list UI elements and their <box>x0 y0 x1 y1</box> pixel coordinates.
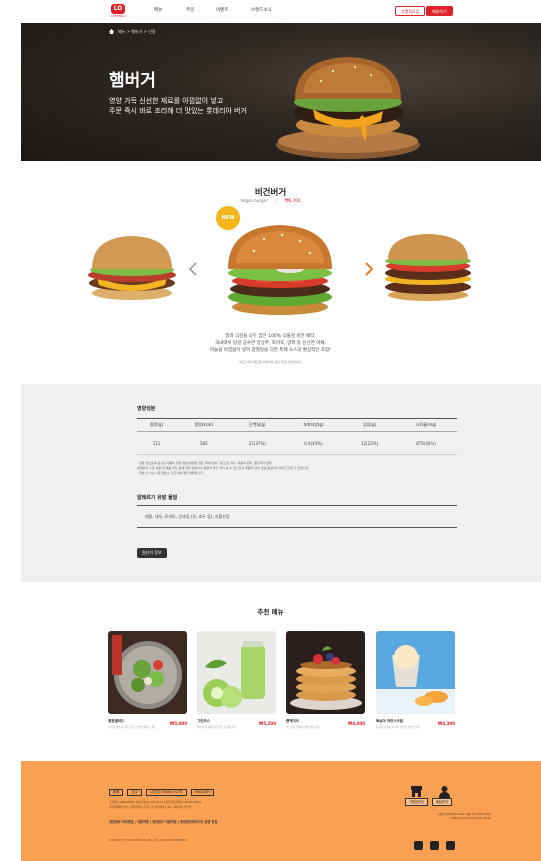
nutrition-note-3: - 괄호 안 %는 1일 영양소 기준치에 대한 비율입니다. <box>137 471 204 475</box>
value-weight: 111 <box>137 431 177 455</box>
green-juice-image <box>197 631 276 714</box>
value-sodium: 875(44%) <box>395 431 457 455</box>
card-name: 팬케이크 <box>286 719 299 723</box>
breadcrumb-text[interactable]: 메뉴 > 햄버거 > 인용 <box>118 29 156 34</box>
delivery-button[interactable]: 배달하기 <box>426 6 453 16</box>
chevron-right-icon[interactable] <box>364 262 374 276</box>
recommend-card-icecream[interactable]: 복숭아 아이스크림 달콤한 복숭아 과육이 들어간 아이스크림 ₩4,300 <box>376 631 455 729</box>
person-icon[interactable] <box>438 785 451 798</box>
nutrition-notes: - 영양 정보표에 표시된 제품의 영양 정보(영양분 표준 데이터)를 기준으… <box>137 461 309 476</box>
store-icon[interactable] <box>410 785 423 798</box>
site-footer: 회원 공고 LOTTE FAMILY SITE ENGLISH 고객센터 160… <box>21 761 541 861</box>
card-sub: 신선한 채소를 가득 담은 건강한 샐러드 메뉴 <box>108 726 156 729</box>
recommend-card-juice[interactable]: 그린주스 케일과 사과를 갈아 만든 상큼한 주스 ₩5,200 <box>197 631 276 729</box>
nutrition-title: 영양성분 <box>137 406 156 412</box>
pancake-image <box>286 631 365 714</box>
hero-subtitle-line2: 주문 즉시 바로 조리해 더 맛있는 롯데리아 버거 <box>109 107 247 115</box>
nutrition-header-row: 중량(g) 열량(kcal) 단백질(g) 포화지방(g) 당류(g) 나트륨(… <box>137 418 457 432</box>
card-name: 복숭아 아이스크림 <box>376 719 403 723</box>
footer-link-notice[interactable]: 공고 <box>127 789 142 796</box>
meta-divider: | <box>275 198 277 203</box>
footer-contact-line2: 고객센터 운영시간 평일 09:00~18:00 <box>449 817 491 820</box>
desc-line3: 마늘을 아낌없이 넣어 감칠맛을 더한 특제 소스의 환상적인 조합! <box>210 348 331 353</box>
nav-event[interactable]: 이벤트 <box>216 7 228 13</box>
footer-copyright: COPYRIGHT © 2023 LOTTE GRS CO., LTD. ALL… <box>109 839 187 842</box>
recommend-title: 추천 메뉴 <box>257 608 284 616</box>
page-title: 햄버거 <box>109 71 156 91</box>
footer-contact: 가맹점 문의 1600-1234 | 배달 문의 1600-5678 고객센터 … <box>401 813 491 821</box>
value-sugar: 12(22%) <box>343 431 396 455</box>
chevron-left-icon[interactable] <box>188 262 198 276</box>
desc-line2: 국내에서 당일 공수한 양상추, 토마토, 양파 등 신선한 야채, <box>215 341 326 346</box>
footer-info-2: 롯데지알에스(주) | 서울특별시 금천구 가산디지털1로 25 | 대표이사 … <box>109 806 192 809</box>
card-price: ₩5,200 <box>258 721 276 726</box>
hero-subtitle-line1: 영양 가득 신선한 재료를 아낌없이 넣고 <box>109 97 224 105</box>
product-description: 밀과 식감을 모두 잡은 100% 식물성 비건 패티, 국내에서 당일 공수한… <box>0 333 541 354</box>
logo-word: LOTTERIA <box>111 14 126 18</box>
vegan-burger-image <box>228 225 332 315</box>
product-title: 비건버거 <box>254 188 287 198</box>
allergen-list: 메밀, 대두, 토마토, 견과류 (잣, 호두 등), 아황산류 <box>137 505 457 528</box>
hero-burger-image <box>276 57 420 159</box>
product-price: ₩6,700 <box>284 198 301 203</box>
product-name-en: Vegan burger <box>240 198 268 203</box>
value-protein: 21(37%) <box>231 431 283 455</box>
header-weight: 중량(g) <box>137 418 177 432</box>
prev-burger-image[interactable] <box>87 233 177 303</box>
nutrition-section: 영양성분 중량(g) 열량(kcal) 단백질(g) 포화지방(g) 당류(g)… <box>21 384 541 582</box>
header-sodium: 나트륨(mg) <box>395 418 457 432</box>
footer-link-english[interactable]: ENGLISH <box>190 789 214 796</box>
footer-policy-links[interactable]: 개인정보 처리방침 | 이용약관 | 위치정보 이용약관 | 영상정보처리기기 … <box>109 819 217 824</box>
footer-links: 회원 공고 LOTTE FAMILY SITE ENGLISH <box>109 789 214 796</box>
logo-mark: LO <box>111 4 125 14</box>
card-sub: 케일과 사과를 갈아 만든 상큼한 주스 <box>197 726 237 729</box>
facebook-icon[interactable] <box>414 841 423 850</box>
desc-line1: 밀과 식감을 모두 잡은 100% 식물성 비건 패티, <box>225 334 316 339</box>
nav-order[interactable]: 주문 <box>186 7 194 13</box>
header-sat-fat: 포화지방(g) <box>282 418 344 432</box>
value-sat-fat: 6.4(43%) <box>282 431 344 455</box>
nav-brand-news[interactable]: 브랜드소식 <box>251 7 272 13</box>
value-kcal: 585 <box>176 431 232 455</box>
header-protein: 단백질(g) <box>231 418 283 432</box>
hero-banner: 메뉴 > 햄버거 > 인용 햄버거 영양 가득 신선한 재료를 아낌없이 넣고 … <box>21 23 541 161</box>
product-note: *비건 버거 제조를 이해하여 생산 제조 하였습니다. <box>238 360 303 364</box>
card-price: ₩4,000 <box>347 721 365 726</box>
lotteria-logo[interactable]: LO LOTTERIA <box>111 4 125 19</box>
footer-link-family[interactable]: LOTTE FAMILY SITE <box>145 789 187 796</box>
header-sugar: 당류(g) <box>343 418 396 432</box>
salad-image <box>108 631 187 714</box>
instagram-icon[interactable] <box>430 841 439 850</box>
footer-delivery-button[interactable]: 배달문의 <box>432 798 452 806</box>
card-price: ₩4,300 <box>437 721 455 726</box>
peach-icecream-image <box>376 631 455 714</box>
card-sub: 달콤한 복숭아 과육이 들어간 아이스크림 <box>376 726 420 729</box>
recommend-card-salad[interactable]: 정원샐러드 신선한 채소를 가득 담은 건강한 샐러드 메뉴 ₩5,000 <box>108 631 187 729</box>
card-name: 그린주스 <box>197 719 210 723</box>
table-row: 111 585 21(37%) 6.4(43%) 12(22%) 875(44%… <box>137 431 457 455</box>
breadcrumb: 메뉴 > 햄버거 > 인용 <box>109 29 156 35</box>
card-name: 정원샐러드 <box>108 719 125 723</box>
home-icon[interactable] <box>109 29 114 34</box>
product-meta: Vegan burger | ₩6,700 <box>0 198 541 203</box>
nutrition-table: 중량(g) 열량(kcal) 단백질(g) 포화지방(g) 당류(g) 나트륨(… <box>137 418 457 455</box>
hero-subtitle: 영양 가득 신선한 재료를 아낌없이 넣고 주문 즉시 바로 조리해 더 맛있는… <box>109 96 247 116</box>
new-badge: NEW <box>216 206 240 230</box>
header-kcal: 열량(kcal) <box>176 418 232 432</box>
origin-info-button[interactable]: 원산지 정보 <box>137 548 167 558</box>
card-sub: 부드러운 팬케이크와 딸기 토핑 <box>286 726 320 729</box>
next-burger-image[interactable] <box>383 233 473 303</box>
card-price: ₩5,000 <box>169 721 187 726</box>
footer-info-1: 고객센터 1600-9999 | 대표전화 02-709-1114 | 사업자등… <box>109 801 202 804</box>
footer-franchise-button[interactable]: 가맹점모집 <box>405 798 428 806</box>
franchise-button[interactable]: 가맹점모집 <box>395 6 426 16</box>
top-header: LO LOTTERIA 메뉴 주문 이벤트 브랜드소식 가맹점모집 배달하기 <box>0 0 541 23</box>
youtube-icon[interactable] <box>446 841 455 850</box>
footer-link-member[interactable]: 회원 <box>109 789 124 796</box>
nav-menu[interactable]: 메뉴 <box>154 7 162 13</box>
recommend-card-pancake[interactable]: 팬케이크 부드러운 팬케이크와 딸기 토핑 ₩4,000 <box>286 631 365 729</box>
allergen-title: 알레르기 유발 물질 <box>137 495 178 501</box>
